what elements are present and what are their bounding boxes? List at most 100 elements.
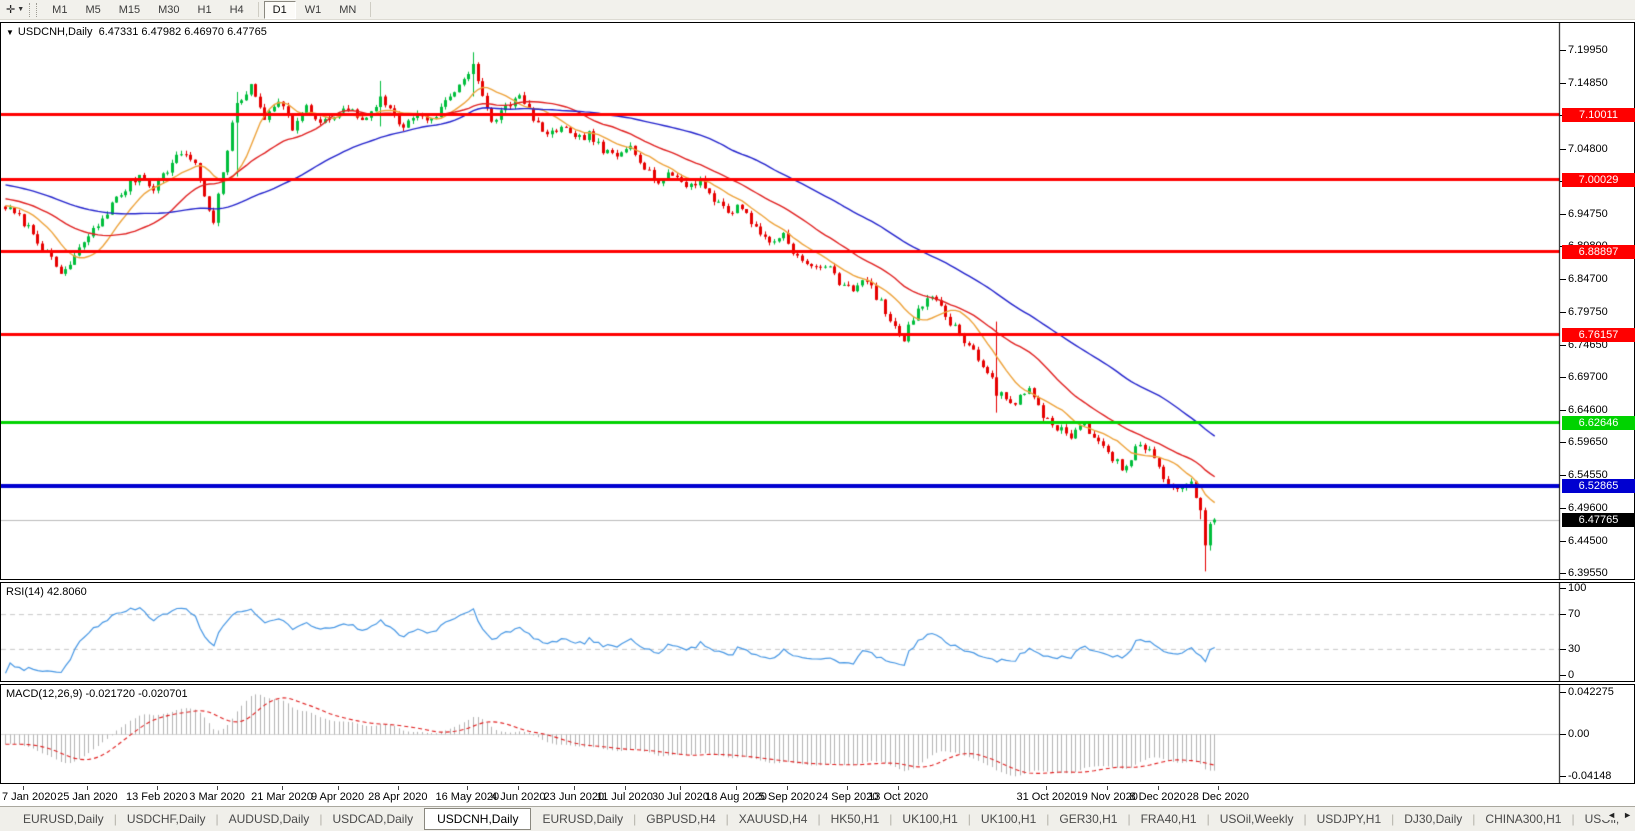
timeframe-button-m15[interactable]: M15 — [110, 1, 149, 19]
date-label: 13 Feb 2020 — [125, 791, 188, 803]
date-label: 7 Jan 2020 — [2, 791, 57, 803]
price-axis-tick: 6.39550 — [1560, 567, 1608, 579]
date-tick — [281, 786, 283, 790]
chart-tab-usdcad-daily[interactable]: USDCAD,Daily — [323, 809, 422, 829]
date-label: 16 May 2020 — [435, 791, 500, 803]
chart-tab-uk100-h1[interactable]: UK100,H1 — [972, 809, 1045, 829]
date-label: 3 Mar 2020 — [189, 791, 245, 803]
date-tick — [1046, 786, 1048, 790]
price-chart-canvas[interactable] — [1, 23, 1634, 579]
date-label: 19 Nov 2020 — [1075, 791, 1138, 803]
price-axis-tick: 6.69700 — [1560, 370, 1608, 383]
tab-scroll-arrows: ◄ ► — [1601, 810, 1632, 820]
date-tick — [624, 786, 626, 790]
date-label: 11 Jul 2020 — [596, 791, 653, 803]
macd-indicator-panel: MACD(12,26,9) -0.021720 -0.020701 0.0422… — [0, 684, 1635, 784]
price-axis-tick: 6.84700 — [1560, 273, 1608, 286]
macd-axis-tick: 0.00 — [1559, 728, 1590, 741]
chart-tab-dj30-daily[interactable]: DJ30,Daily — [1395, 809, 1471, 829]
date-label: 25 Jan 2020 — [57, 791, 118, 803]
price-axis-tick: 6.79750 — [1560, 305, 1608, 318]
rsi-axis-tick: 30 — [1559, 642, 1581, 655]
price-axis-tick: 6.44500 — [1560, 534, 1608, 547]
toolbar-separator — [257, 2, 259, 17]
date-tick — [217, 786, 219, 790]
date-tick — [786, 786, 788, 790]
date-label: 9 Apr 2020 — [310, 791, 365, 803]
rsi-indicator-panel: RSI(14) 42.8060 100 70 30 0 — [0, 582, 1635, 682]
date-label: 8 Dec 2020 — [1129, 791, 1186, 803]
chart-title: ▼ USDCNH,Daily 6.47331 6.47982 6.46970 6.… — [6, 26, 267, 38]
date-label: 4 Jun 2020 — [491, 791, 546, 803]
chart-tab-china300-h1[interactable]: CHINA300,H1 — [1476, 809, 1570, 829]
date-label: 21 Mar 2020 — [251, 791, 313, 803]
price-axis-tick: 7.14850 — [1560, 77, 1608, 90]
chart-tab-eurusd-daily[interactable]: EURUSD,Daily — [14, 809, 113, 829]
price-line-label: 6.52865 — [1562, 479, 1635, 494]
timeframe-button-m1[interactable]: M1 — [43, 1, 76, 19]
timeframe-buttons: M1 M5 M15 M30 H1 H4 D1 W1 MN — [43, 0, 365, 19]
chart-tab-usdcnh-daily[interactable]: USDCNH,Daily — [424, 808, 532, 830]
price-axis-tick: 7.04800 — [1560, 142, 1608, 155]
chart-tab-xauusd-h4[interactable]: XAUUSD,H4 — [730, 809, 817, 829]
date-tick — [518, 786, 520, 790]
date-label: 23 Jun 2020 — [543, 791, 605, 803]
date-tick — [1217, 786, 1219, 790]
chart-symbol-label: USDCNH,Daily — [17, 26, 93, 38]
timeframe-button-d1[interactable]: D1 — [263, 0, 296, 19]
date-axis: 7 Jan 2020 25 Jan 2020 13 Feb 2020 3 Mar 20… — [0, 786, 1635, 806]
date-tick — [847, 786, 849, 790]
chart-context-caret-icon[interactable]: ▼ — [6, 28, 14, 37]
rsi-label: RSI(14) 42.8060 — [6, 586, 87, 598]
chart-tab-usoil-weekly[interactable]: USOil,Weekly — [1211, 809, 1303, 829]
cursor-tool-icon[interactable]: ✛ — [4, 3, 17, 16]
rsi-canvas[interactable] — [1, 583, 1634, 681]
rsi-axis-tick: 0 — [1559, 669, 1575, 681]
chart-tab-bar: EURUSD,Daily | USDCHF,Daily | AUDUSD,Daily | U… — [0, 806, 1635, 831]
price-axis-tick: 6.64600 — [1560, 404, 1608, 417]
timeframe-button-h4[interactable]: H4 — [221, 1, 253, 19]
price-chart-panel: ▼ USDCNH,Daily 6.47331 6.47982 6.46970 6.… — [0, 22, 1635, 580]
toolbar-dropdown-caret-icon[interactable]: ▼ — [17, 6, 27, 13]
macd-axis-tick: 0.042275 — [1560, 686, 1614, 698]
timeframe-toolbar: ✛ ▼ M1 M5 M15 M30 H1 H4 D1 W1 MN — [0, 0, 1635, 20]
date-label: 18 Aug 2020 — [705, 791, 767, 803]
chart-tab-audusd-daily[interactable]: AUDUSD,Daily — [220, 809, 319, 829]
date-tick — [87, 786, 89, 790]
price-line-label: 6.62646 — [1562, 415, 1635, 430]
timeframe-button-mn[interactable]: MN — [330, 1, 365, 19]
date-label: 5 Sep 2020 — [758, 791, 816, 803]
date-label: 13 Oct 2020 — [868, 791, 929, 803]
price-line-label: 6.76157 — [1562, 327, 1635, 342]
timeframe-button-m5[interactable]: M5 — [76, 1, 109, 19]
date-tick — [898, 786, 900, 790]
price-axis-tick: 7.19950 — [1560, 44, 1608, 56]
chart-tab-uk100-h1[interactable]: UK100,H1 — [893, 809, 966, 829]
chart-tab-ger30-h1[interactable]: GER30,H1 — [1050, 809, 1126, 829]
chart-tab-eurusd-daily[interactable]: EURUSD,Daily — [533, 809, 632, 829]
chart-tab-gbpusd-h4[interactable]: GBPUSD,H4 — [637, 809, 724, 829]
date-tick — [736, 786, 737, 790]
price-line-label: 6.88897 — [1562, 244, 1635, 259]
timeframe-button-m30[interactable]: M30 — [149, 1, 188, 19]
rsi-axis-tick: 70 — [1559, 608, 1581, 621]
timeframe-button-h1[interactable]: H1 — [189, 1, 221, 19]
price-axis-tick: 6.59650 — [1560, 436, 1608, 449]
toolbar-separator — [370, 2, 372, 17]
tab-scroll-left-icon[interactable]: ◄ — [1607, 810, 1616, 820]
toolbar-grip-handle[interactable] — [29, 2, 38, 17]
date-tick — [573, 786, 575, 790]
macd-canvas[interactable] — [1, 685, 1634, 783]
date-label: 28 Dec 2020 — [1186, 791, 1250, 803]
date-tick — [1157, 786, 1159, 790]
macd-axis-tick: -0.04148 — [1559, 770, 1612, 782]
timeframe-button-w1[interactable]: W1 — [296, 1, 331, 19]
price-axis-tick: 6.94750 — [1560, 207, 1608, 220]
date-label: 28 Apr 2020 — [368, 791, 428, 803]
chart-tab-usdchf-daily[interactable]: USDCHF,Daily — [118, 809, 215, 829]
chart-tab-fra40-h1[interactable]: FRA40,H1 — [1132, 809, 1206, 829]
chart-tab-usdjpy-h1[interactable]: USDJPY,H1 — [1308, 809, 1390, 829]
tab-scroll-right-icon[interactable]: ► — [1623, 810, 1632, 820]
date-label: 30 Jul 2020 — [651, 791, 709, 803]
chart-tab-hk50-h1[interactable]: HK50,H1 — [822, 809, 889, 829]
